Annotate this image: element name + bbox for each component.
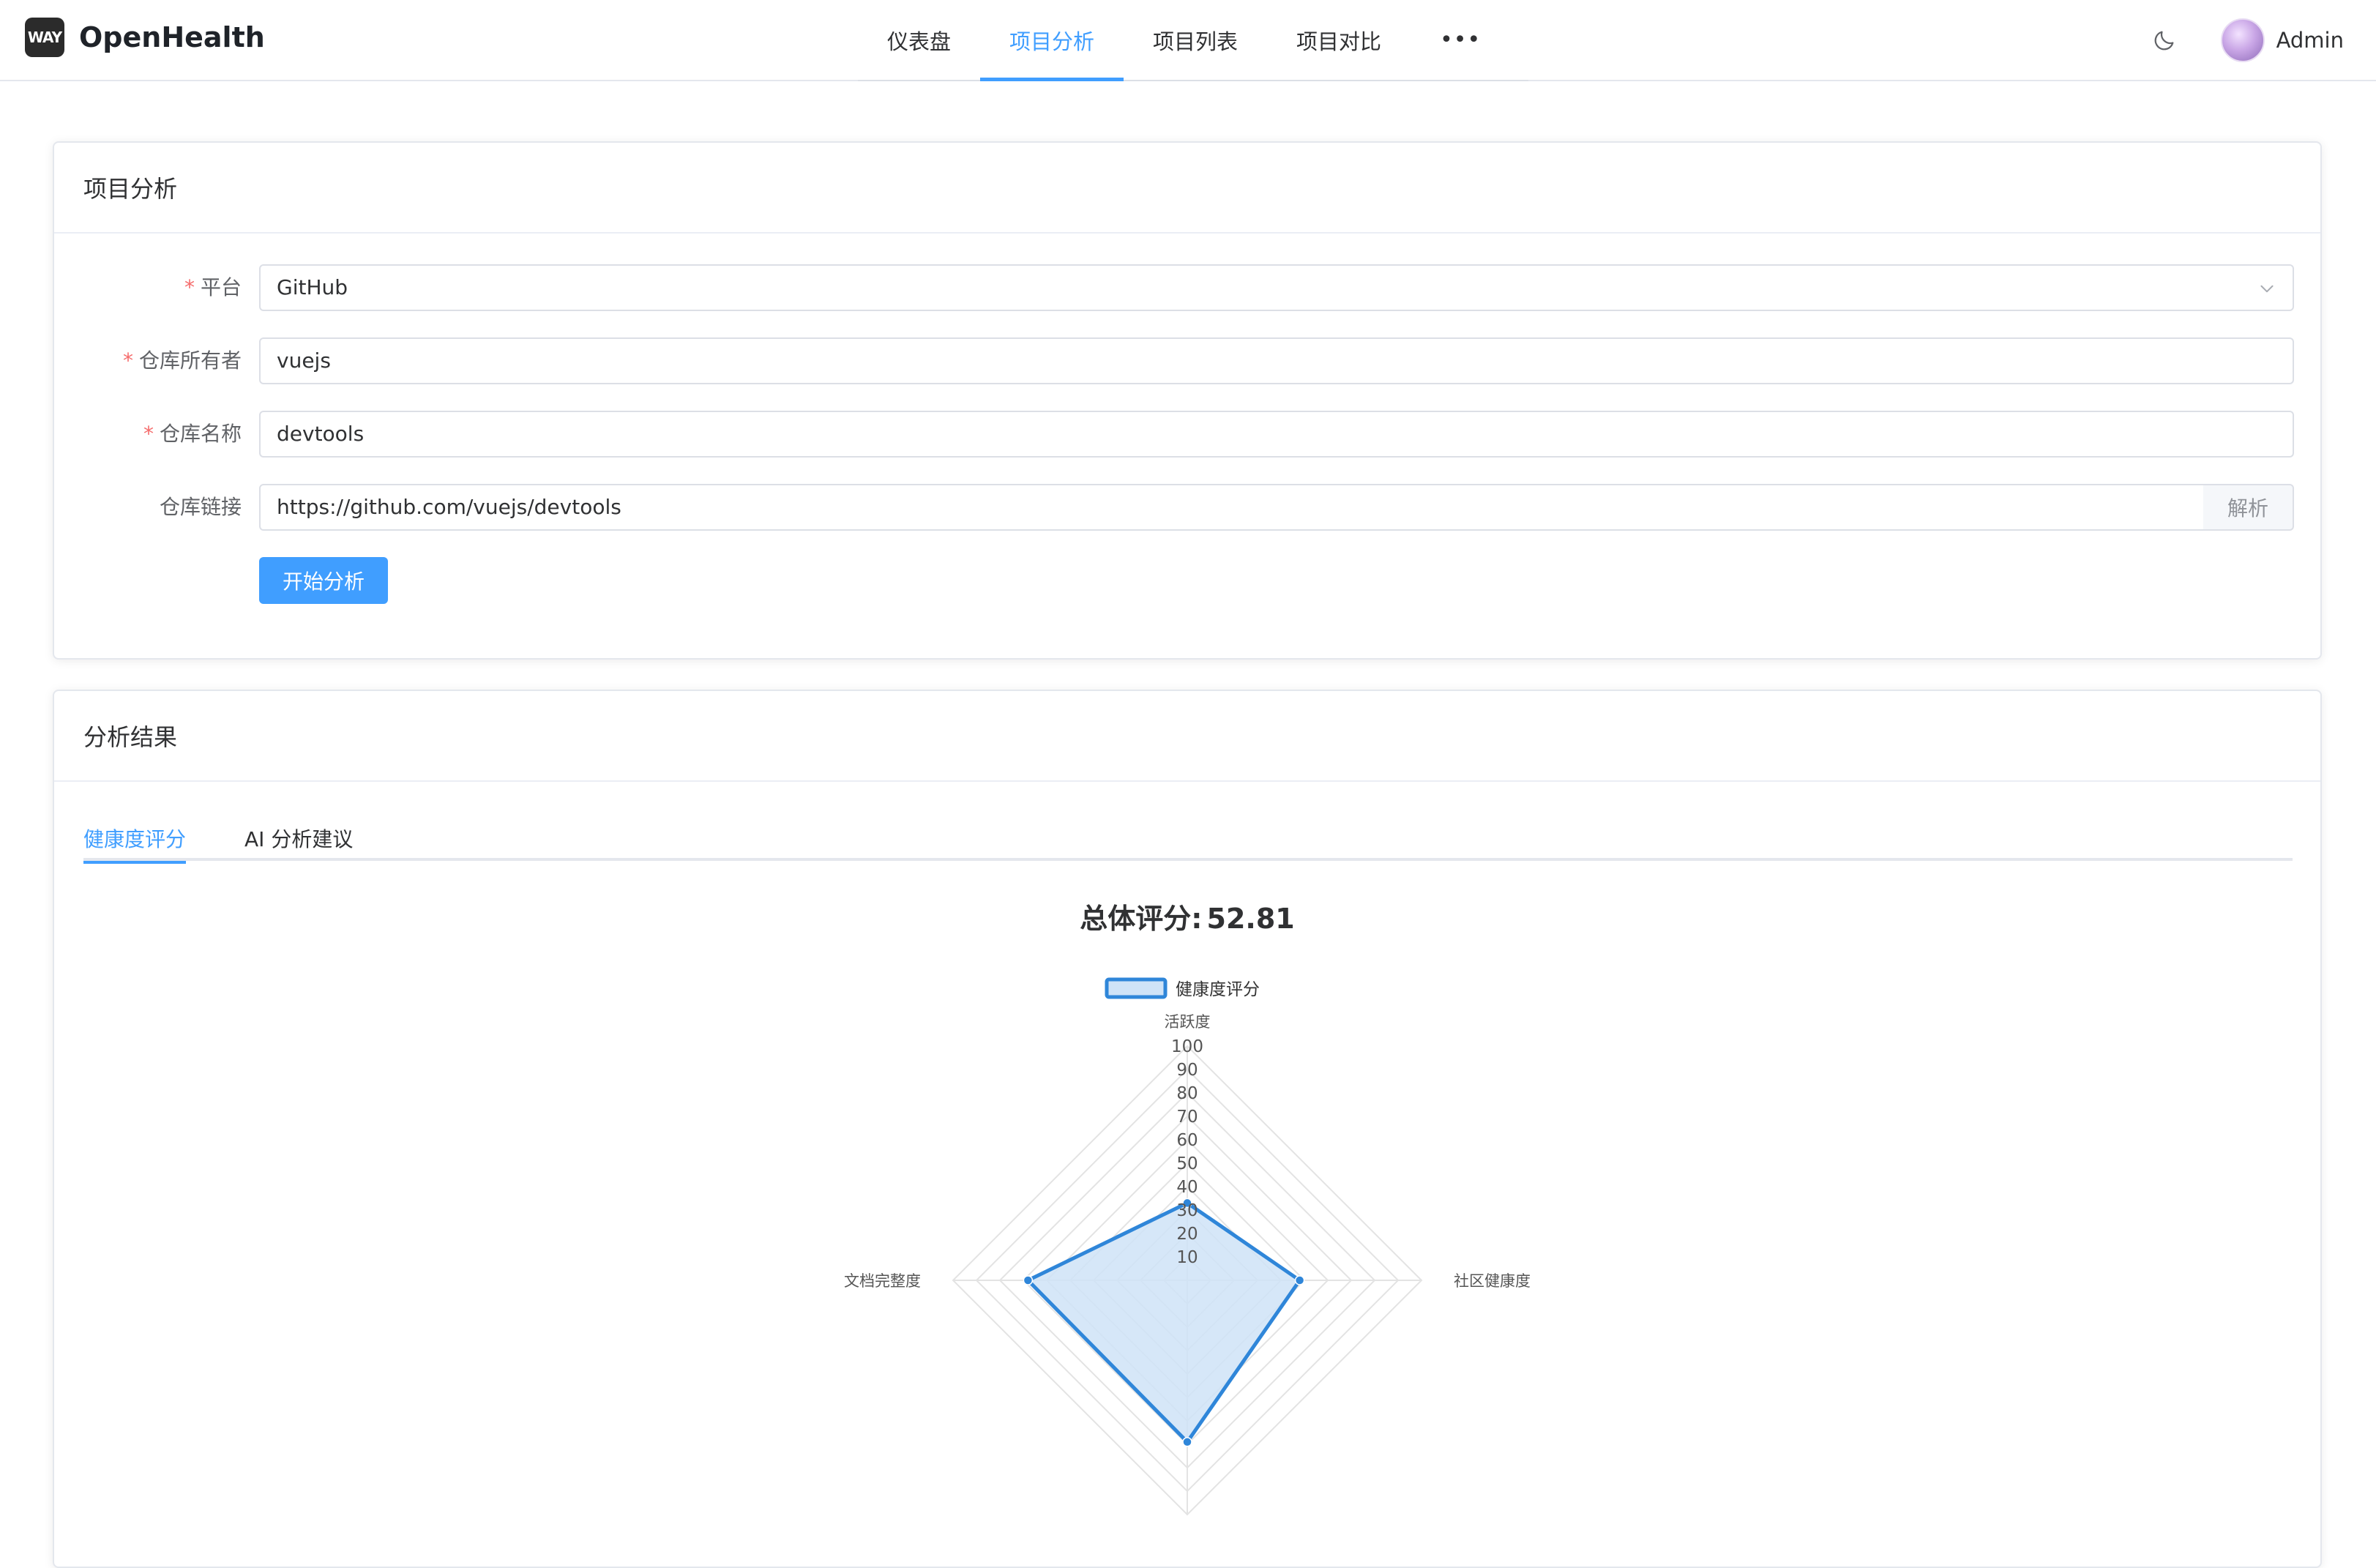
repo-row: * 仓库名称 devtools <box>54 411 2320 458</box>
radar-tick-label: 50 <box>1176 1154 1198 1173</box>
radar-data-point <box>1182 1437 1192 1447</box>
top-navbar: WAY OpenHealth 仪表盘 项目分析 项目列表 项目对比 ••• Ad… <box>0 0 2376 81</box>
platform-row: * 平台 GitHub <box>54 264 2320 311</box>
platform-select[interactable]: GitHub <box>259 264 2294 311</box>
radar-tick-label: 30 <box>1176 1201 1198 1220</box>
radar-tick-label: 20 <box>1176 1225 1198 1244</box>
analysis-card-title: 项目分析 <box>54 143 2320 234</box>
required-mark: * <box>143 422 154 446</box>
repo-input[interactable]: devtools <box>259 411 2294 458</box>
username[interactable]: Admin <box>2276 28 2344 53</box>
start-analysis-button[interactable]: 开始分析 <box>259 557 388 604</box>
platform-select-value: GitHub <box>277 275 348 299</box>
brand[interactable]: WAY OpenHealth <box>25 18 265 57</box>
app-logo: WAY <box>25 18 64 57</box>
radar-data-point <box>1023 1275 1034 1285</box>
menu-more-button[interactable]: ••• <box>1411 0 1510 80</box>
result-card: 分析结果 健康度评分 AI 分析建议 总体评分: 52.81 10 20 30 40 50… <box>53 690 2322 1568</box>
analysis-card: 项目分析 * 平台 GitHub * 仓库所有者 vuejs * 仓库名称 devto… <box>53 141 2322 660</box>
platform-label: * 平台 <box>54 264 242 311</box>
platform-label-text: 平台 <box>200 275 242 299</box>
owner-row: * 仓库所有者 vuejs <box>54 337 2320 384</box>
radar-tick-label: 90 <box>1176 1061 1198 1080</box>
url-label: 仓库链接 <box>159 495 242 519</box>
radar-tick-label: 80 <box>1176 1084 1198 1103</box>
required-mark: * <box>122 348 133 373</box>
main-menu: 仪表盘 项目分析 项目列表 项目对比 ••• <box>858 0 1528 81</box>
radar-tick-label: 100 <box>1171 1037 1203 1056</box>
user-area: Admin <box>2152 15 2344 66</box>
menu-item-project-compare[interactable]: 项目对比 <box>1267 0 1411 80</box>
radar-series-area <box>1026 1201 1302 1444</box>
menu-item-dashboard[interactable]: 仪表盘 <box>858 0 980 80</box>
radar-indicator-label: 社区健康度 <box>1454 1272 1531 1290</box>
avatar[interactable] <box>2220 18 2265 62</box>
radar-data-point <box>1294 1275 1305 1285</box>
radar-tick-label: 60 <box>1176 1131 1198 1150</box>
moon-icon[interactable] <box>2152 28 2177 53</box>
required-mark: * <box>184 275 195 299</box>
menu-item-project-list[interactable]: 项目列表 <box>1124 0 1267 80</box>
owner-label: * 仓库所有者 <box>54 337 242 384</box>
owner-label-text: 仓库所有者 <box>138 348 242 373</box>
radar-indicator-label: 活跃度 <box>1165 1013 1211 1031</box>
radar-tick-label: 40 <box>1176 1178 1198 1197</box>
radar-indicator-label: 文档完整度 <box>844 1272 921 1290</box>
repo-label: * 仓库名称 <box>54 411 242 458</box>
brand-name: OpenHealth <box>79 21 265 53</box>
owner-input[interactable]: vuejs <box>259 337 2294 384</box>
radar-legend-swatch <box>1105 977 1168 999</box>
radar-tick-label: 70 <box>1176 1108 1198 1127</box>
submit-row: 开始分析 <box>54 557 2320 604</box>
url-input[interactable]: https://github.com/vuejs/devtools <box>259 484 2205 531</box>
menu-item-project-analysis[interactable]: 项目分析 <box>980 0 1124 81</box>
repo-label-text: 仓库名称 <box>159 422 242 446</box>
radar-chart: 102030405060708090100活跃度社区健康度代码质量文档完整度健康… <box>844 977 1531 1516</box>
parse-button[interactable]: 解析 <box>2203 484 2294 531</box>
url-row: 仓库链接 https://github.com/vuejs/devtools 解… <box>54 484 2320 531</box>
radar-legend-label: 健康度评分 <box>1176 980 1260 999</box>
chevron-down-icon <box>2260 285 2274 293</box>
radar-tick-label: 10 <box>1176 1248 1198 1267</box>
